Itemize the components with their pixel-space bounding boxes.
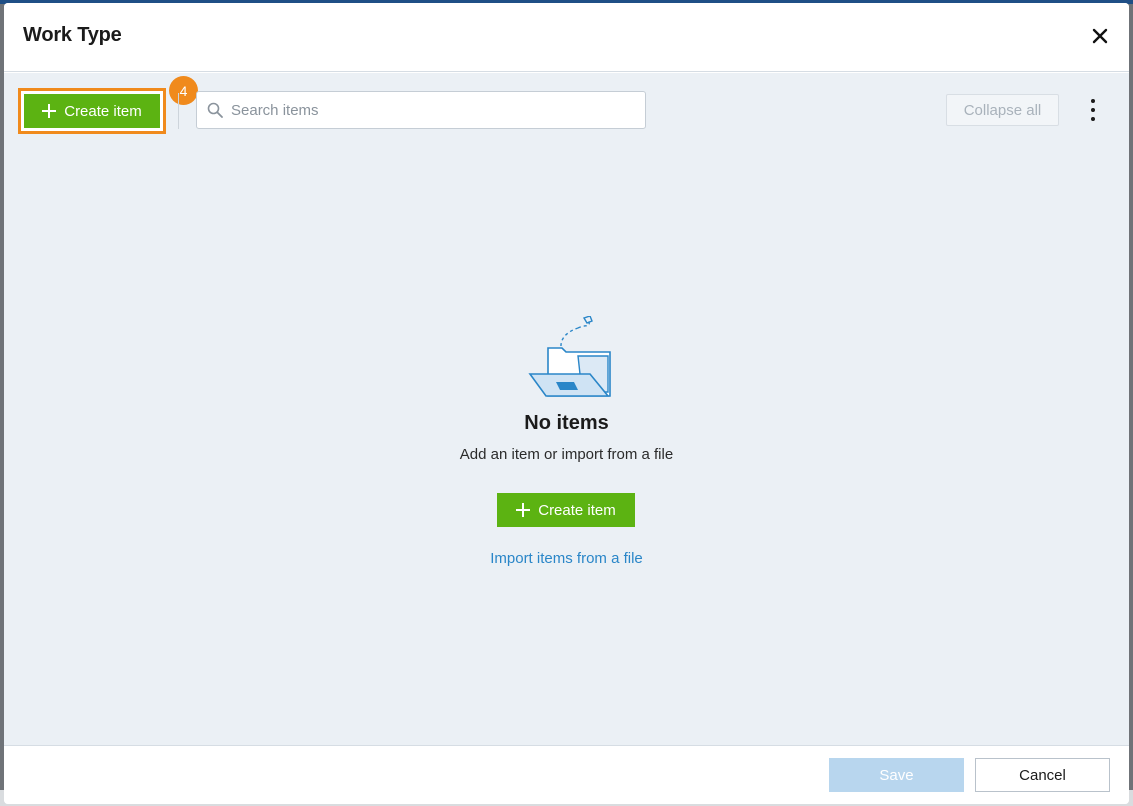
close-icon[interactable] [1091, 27, 1109, 45]
dialog-header: Work Type [4, 3, 1129, 72]
search-icon [207, 102, 223, 118]
plus-icon [42, 104, 57, 118]
empty-folder-illustration [528, 316, 611, 397]
create-item-button[interactable]: Create item [497, 493, 635, 527]
empty-state-subtitle: Add an item or import from a file [459, 446, 674, 463]
create-item-label: Create item [538, 501, 616, 519]
dialog-body: Create item 4 Collapse all No items [4, 73, 1129, 745]
toolbar-create-item-button[interactable]: Create item [24, 94, 160, 128]
create-item-highlight: Create item 4 [18, 76, 198, 134]
import-items-link[interactable]: Import items from a file [4, 550, 1129, 567]
empty-state-title: No items [524, 412, 609, 434]
cancel-button[interactable]: Cancel [975, 758, 1110, 792]
plus-icon [516, 503, 531, 517]
work-type-dialog: Work Type Create item 4 Collapse [4, 3, 1129, 804]
dialog-title: Work Type [23, 24, 122, 46]
save-button[interactable]: Save [829, 758, 964, 792]
search-field [196, 91, 646, 129]
toolbar-divider [178, 93, 179, 129]
toolbar-create-item-label: Create item [64, 102, 142, 120]
more-vertical-icon[interactable] [1084, 99, 1102, 121]
collapse-all-button[interactable]: Collapse all [946, 94, 1059, 126]
dialog-footer: Save Cancel [4, 745, 1129, 804]
search-input[interactable] [231, 101, 631, 119]
step-badge: 4 [169, 76, 198, 105]
